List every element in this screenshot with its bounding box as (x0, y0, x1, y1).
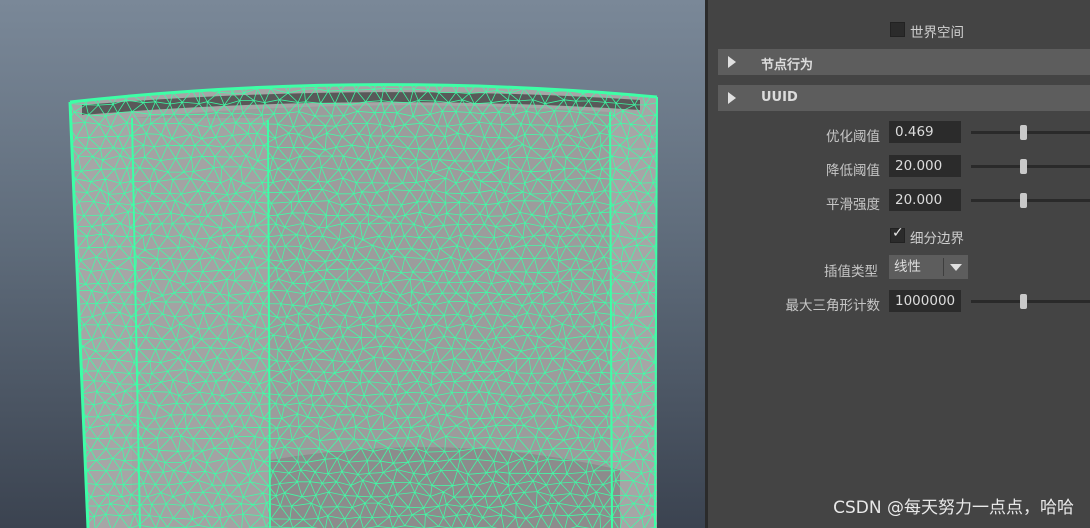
optimize-threshold-slider[interactable] (971, 125, 1090, 140)
reduce-threshold-label: 降低阈值 (826, 163, 880, 179)
subdivide-border-label: 细分边界 (910, 231, 964, 247)
section-node-behavior-title: 节点行为 (761, 58, 814, 73)
slider-handle[interactable] (1020, 193, 1027, 208)
expand-arrow-icon (728, 92, 736, 104)
interpolation-type-row: 插值类型 线性 (708, 255, 1090, 280)
optimize-threshold-field[interactable]: 0.469 (889, 121, 961, 143)
optimize-threshold-row: 优化阈值 0.469 (708, 121, 1090, 145)
max-triangle-count-row: 最大三角形计数 1000000 (708, 290, 1090, 314)
subdivide-border-checkbox[interactable]: ✓ (890, 225, 905, 243)
attribute-editor-panel: 世界空间 节点行为 UUID 优化阈值 0.469 降低阈值 20.000 平滑… (708, 0, 1090, 528)
smooth-strength-slider[interactable] (971, 193, 1090, 208)
slider-handle[interactable] (1020, 159, 1027, 174)
wireframe-mesh (68, 83, 658, 528)
expand-arrow-icon (728, 56, 736, 68)
reduce-threshold-row: 降低阈值 20.000 (708, 155, 1090, 179)
max-triangle-count-slider[interactable] (971, 294, 1090, 309)
check-icon: ✓ (892, 225, 904, 241)
world-space-row: 世界空间 (708, 17, 1090, 41)
interpolation-type-value: 线性 (894, 259, 921, 275)
smooth-strength-label: 平滑强度 (826, 197, 880, 213)
reduce-threshold-slider[interactable] (971, 159, 1090, 174)
interpolation-type-label: 插值类型 (824, 264, 878, 280)
reduce-threshold-field[interactable]: 20.000 (889, 155, 961, 177)
section-uuid[interactable]: UUID (718, 85, 1090, 111)
subdivide-border-row: ✓ 细分边界 (708, 223, 1090, 247)
smooth-strength-row: 平滑强度 20.000 (708, 189, 1090, 213)
slider-handle[interactable] (1020, 125, 1027, 140)
optimize-threshold-label: 优化阈值 (826, 129, 880, 145)
chevron-down-icon[interactable] (950, 264, 962, 271)
watermark: CSDN @每天努力一点点，哈哈 (833, 498, 1074, 518)
max-triangle-count-field[interactable]: 1000000 (889, 290, 961, 312)
slider-handle[interactable] (1020, 294, 1027, 309)
section-uuid-title: UUID (761, 90, 798, 105)
world-space-checkbox[interactable] (890, 22, 905, 37)
max-triangle-count-label: 最大三角形计数 (785, 298, 881, 314)
world-space-label: 世界空间 (910, 25, 964, 41)
section-node-behavior[interactable]: 节点行为 (718, 49, 1090, 75)
select-separator (943, 258, 944, 276)
smooth-strength-field[interactable]: 20.000 (889, 189, 961, 211)
3d-viewport[interactable] (0, 0, 705, 528)
interpolation-type-select[interactable]: 线性 (889, 255, 968, 279)
